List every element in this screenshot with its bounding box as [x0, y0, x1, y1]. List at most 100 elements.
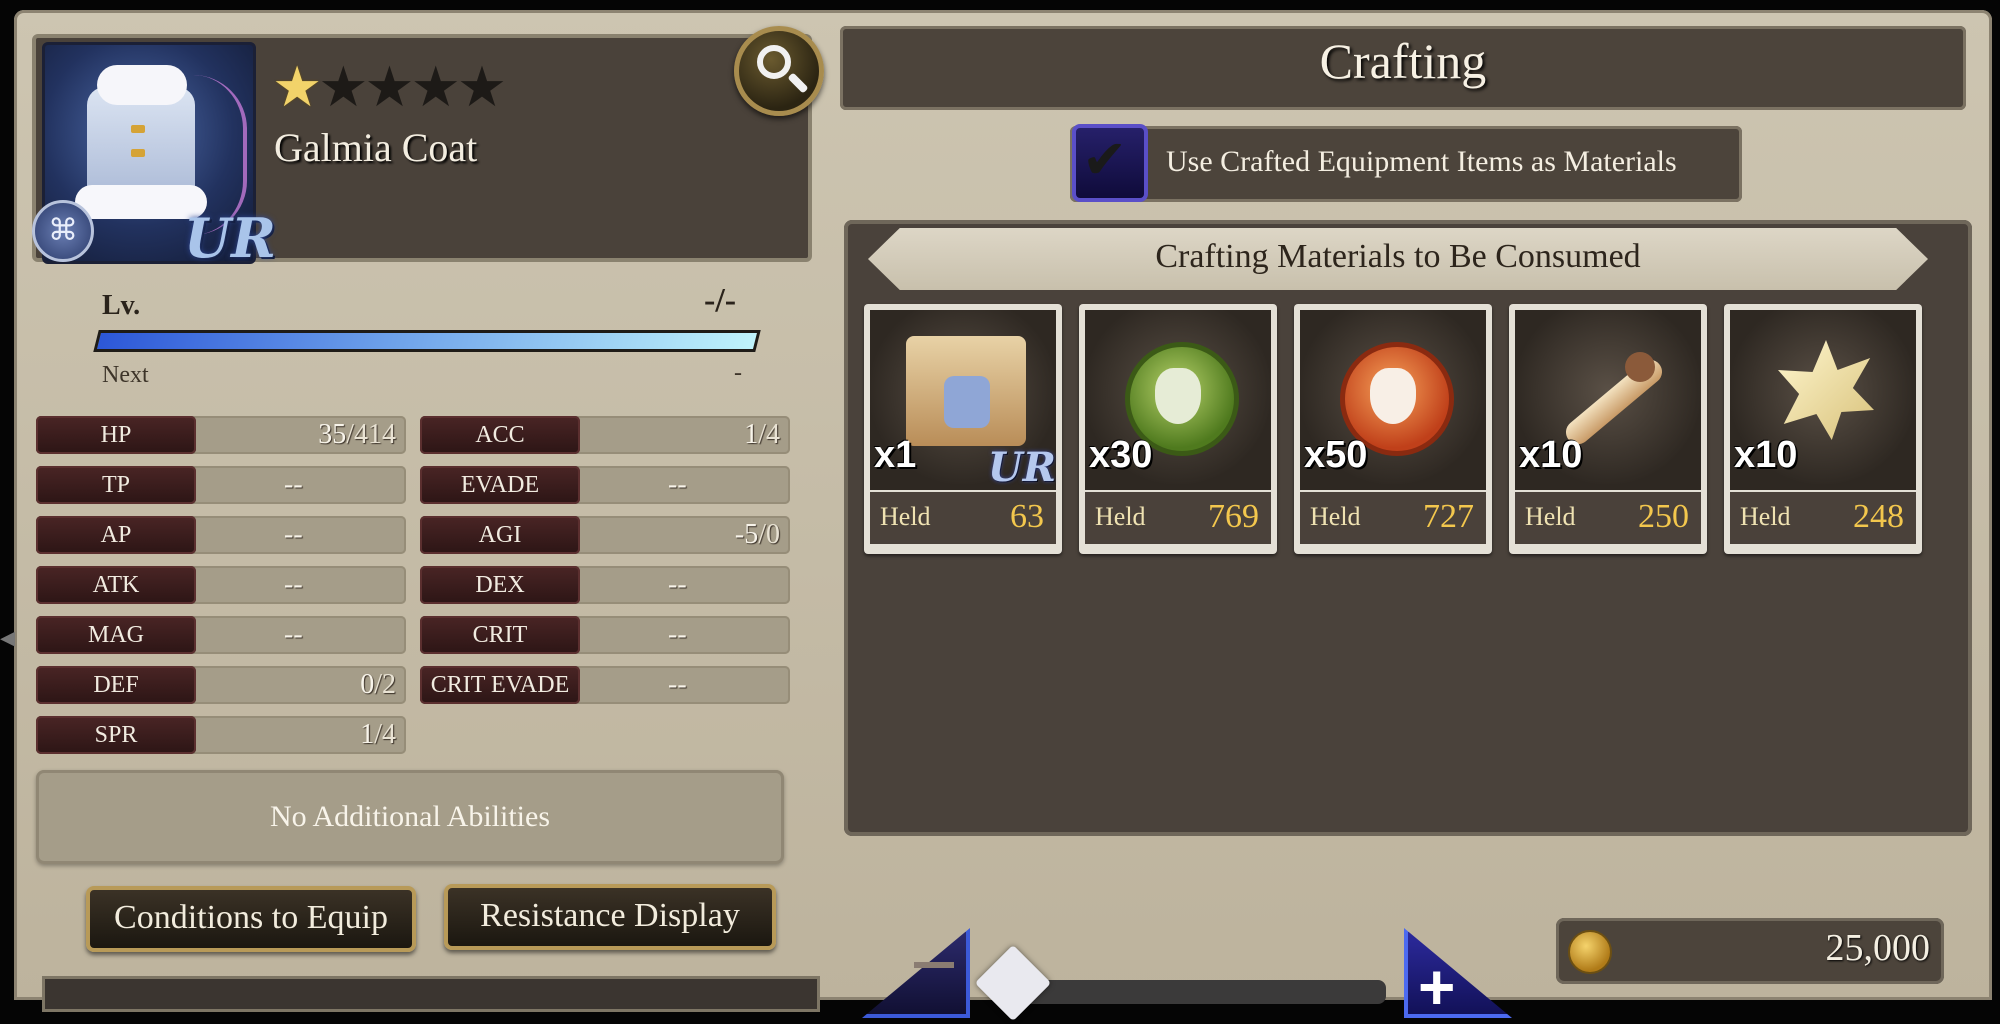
coat-collar: [97, 65, 187, 105]
stat-value: --: [668, 469, 687, 500]
material-card[interactable]: x10 Held 248: [1724, 304, 1922, 554]
stat-row-hp: HP 35/414: [36, 416, 406, 454]
stat-label: ACC: [420, 416, 580, 454]
stat-row-acc: ACC 1/4: [420, 416, 790, 454]
held-value: 769: [1208, 498, 1259, 535]
held-label: Held: [1525, 502, 1576, 531]
level-value: -/-: [704, 282, 737, 319]
stat-max: /4: [758, 419, 780, 450]
stat-label: ATK: [36, 566, 196, 604]
stat-row-spr: SPR 1/4: [36, 716, 406, 754]
stat-value: --: [284, 569, 303, 600]
left-edge-arrow-icon[interactable]: ◂: [0, 620, 15, 655]
stat-label: EVADE: [420, 466, 580, 504]
stat-row-def: DEF 0/2: [36, 666, 406, 704]
conditions-to-equip-button[interactable]: Conditions to Equip: [86, 886, 416, 952]
mask-face: [1370, 368, 1416, 424]
stat-row-tp: TP --: [36, 466, 406, 504]
stat-value: --: [668, 569, 687, 600]
minus-icon: [914, 962, 954, 968]
held-value: 248: [1853, 498, 1904, 535]
stat-max: /414: [346, 419, 396, 450]
use-crafted-label: Use Crafted Equipment Items as Materials: [1166, 145, 1677, 178]
stat-value: 1/4: [744, 416, 780, 454]
rarity-badge: UR: [987, 444, 1056, 491]
star-empty-icon: ★: [318, 57, 368, 119]
materials-header-text: Crafting Materials to Be Consumed: [1155, 238, 1641, 275]
material-quantity: x10: [1734, 434, 1798, 476]
stat-value: --: [668, 619, 687, 650]
stat-value: --: [284, 469, 303, 500]
stat-max: /4: [374, 719, 396, 750]
stat-value: 0/2: [360, 666, 396, 704]
next-value: -: [734, 360, 742, 386]
equipment-type-icon: ⌘: [32, 200, 94, 262]
stat-current: 1: [744, 419, 759, 450]
star-empty-icon: ★: [364, 57, 414, 119]
held-value: 727: [1423, 498, 1474, 535]
rarity-badge: UR: [184, 206, 276, 270]
held-value: 63: [1010, 498, 1044, 535]
item-name: Galmia Coat: [274, 125, 478, 170]
coat-button: [131, 149, 145, 157]
held-row: Held 250: [1515, 492, 1701, 544]
stat-label: HP: [36, 416, 196, 454]
stat-label: DEF: [36, 666, 196, 704]
stat-row-mag: MAG --: [36, 616, 406, 654]
magnifier-handle: [787, 72, 809, 94]
quantity-slider-track[interactable]: [1000, 980, 1386, 1004]
stat-value: --: [284, 519, 303, 550]
material-card[interactable]: x50 Held 727: [1294, 304, 1492, 554]
stat-label: SPR: [36, 716, 196, 754]
stat-value: --: [668, 669, 687, 700]
stat-label: AP: [36, 516, 196, 554]
bone-end: [1625, 352, 1655, 382]
held-row: Held 248: [1730, 492, 1916, 544]
stat-label: MAG: [36, 616, 196, 654]
stat-row-crit: CRIT --: [420, 616, 790, 654]
material-quantity: x50: [1304, 434, 1368, 476]
star-filled-icon: ★: [272, 57, 322, 119]
material-quantity: x30: [1089, 434, 1153, 476]
crystal-cluster-icon: [1778, 340, 1874, 440]
star-empty-icon: ★: [456, 57, 507, 119]
bottom-info-strip: [42, 976, 820, 1012]
held-label: Held: [1310, 502, 1361, 531]
material-quantity: x1: [874, 434, 917, 476]
level-progress-bar: [93, 330, 761, 352]
stat-label: CRIT EVADE: [420, 666, 580, 704]
held-row: Held 63: [870, 492, 1056, 544]
held-value: 250: [1638, 498, 1689, 535]
additional-abilities-panel: No Additional Abilities: [36, 770, 784, 864]
next-label: Next: [102, 362, 149, 388]
stat-row-evade: EVADE --: [420, 466, 790, 504]
stat-current: 1: [360, 719, 375, 750]
level-label: Lv.: [102, 290, 141, 321]
stat-value: -5/0: [735, 516, 780, 554]
search-button[interactable]: [734, 26, 824, 116]
recipe-coat-icon: [944, 376, 990, 428]
stat-current: -5: [734, 519, 759, 550]
stat-label: TP: [36, 466, 196, 504]
stat-value: 1/4: [360, 716, 396, 754]
resistance-display-button[interactable]: Resistance Display: [444, 884, 776, 950]
stat-current: 0: [360, 669, 375, 700]
held-label: Held: [880, 502, 931, 531]
plus-icon: +: [1418, 951, 1456, 1023]
stat-max: /2: [374, 669, 396, 700]
gil-cost-value: 25,000: [1825, 927, 1931, 969]
mask-face: [1155, 368, 1201, 424]
stat-value: --: [284, 619, 303, 650]
crafting-title: Crafting: [1319, 33, 1487, 89]
material-card[interactable]: x1 UR Held 63: [864, 304, 1062, 554]
held-row: Held 727: [1300, 492, 1486, 544]
stat-label: DEX: [420, 566, 580, 604]
gil-coin-icon: [1568, 930, 1612, 974]
material-card[interactable]: x30 Held 769: [1079, 304, 1277, 554]
stat-row-ap: AP --: [36, 516, 406, 554]
coat-button: [131, 125, 145, 133]
stat-row-atk: ATK --: [36, 566, 406, 604]
star-rating: ★★★★★: [272, 57, 507, 119]
stat-value: 35/414: [318, 416, 396, 454]
material-card[interactable]: x10 Held 250: [1509, 304, 1707, 554]
